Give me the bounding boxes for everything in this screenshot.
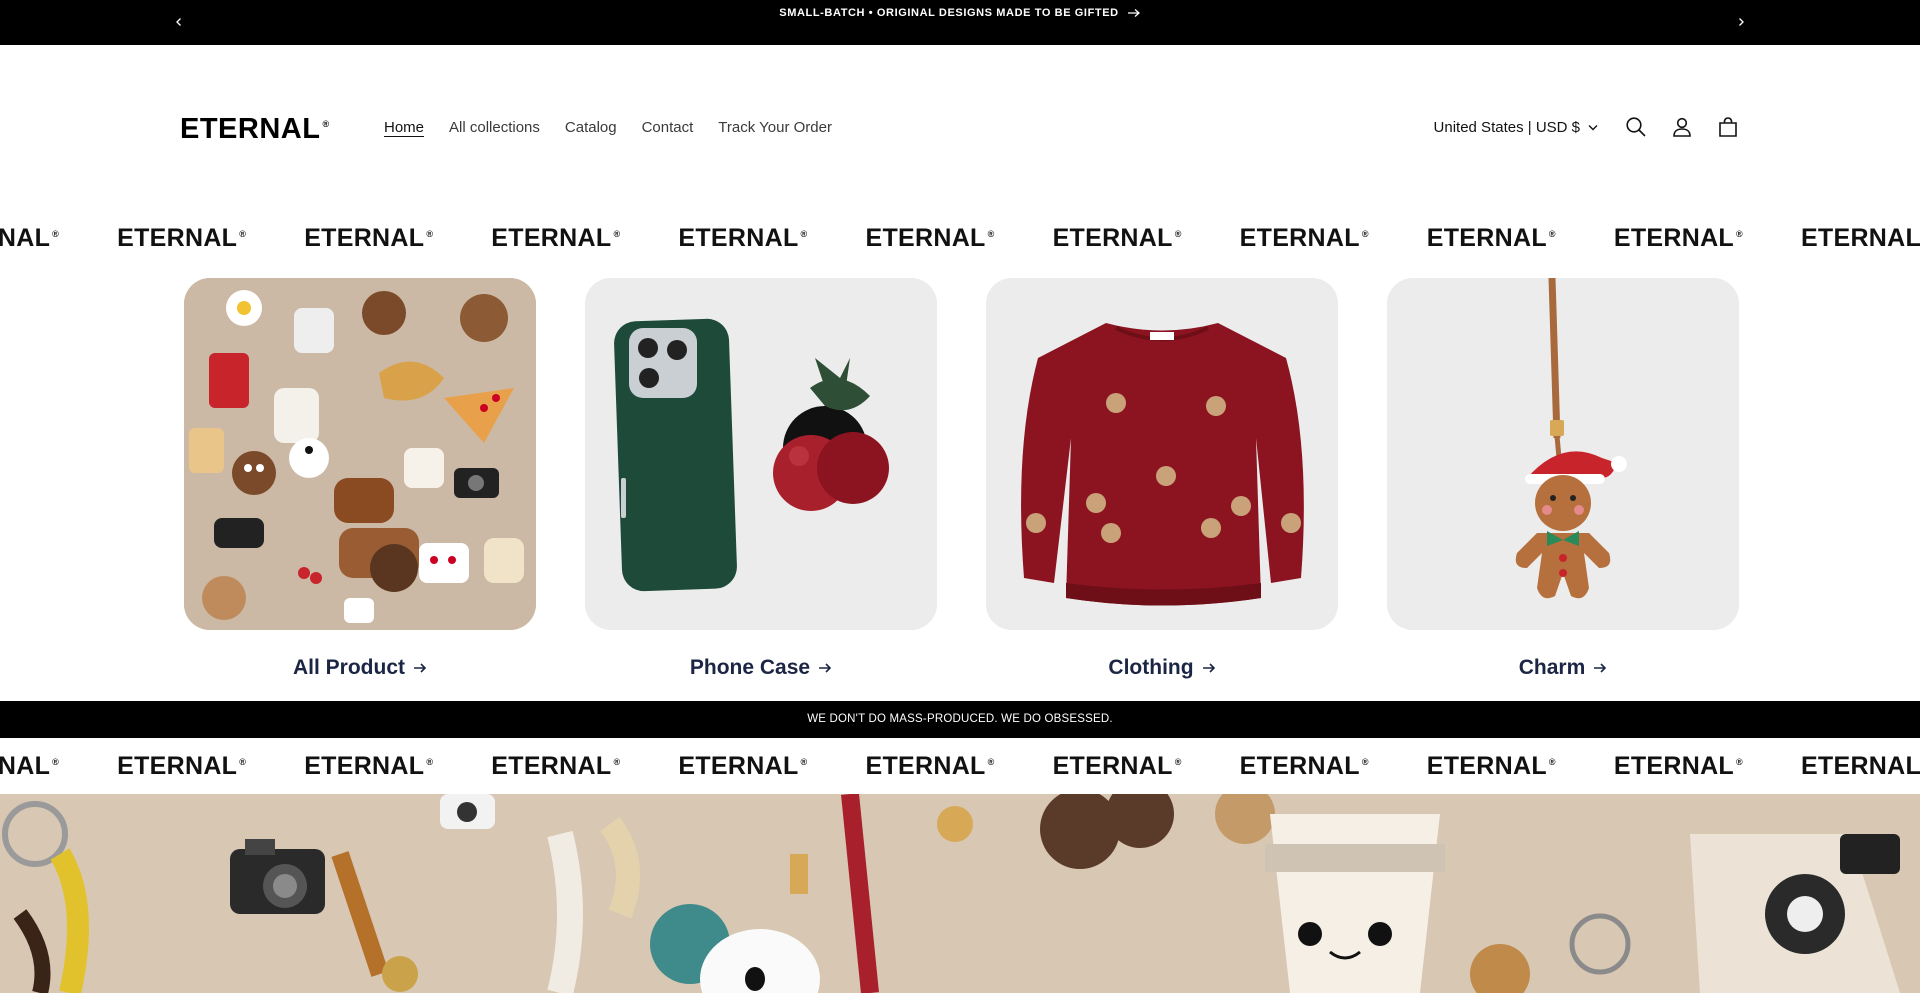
marquee-item: ETERNAL®: [1426, 224, 1556, 252]
marquee-item: ETERNAL®: [304, 224, 434, 252]
marquee-item: ETERNAL®: [1613, 752, 1743, 780]
nav-track-order[interactable]: Track Your Order: [718, 119, 832, 136]
arrow-right-icon: [1127, 9, 1140, 17]
marquee-track: ETERNAL® ETERNAL® ETERNAL® ETERNAL® ETER…: [0, 224, 1920, 253]
search-button[interactable]: [1624, 115, 1648, 139]
marquee-item: ETERNAL®: [865, 224, 995, 252]
marquee-item: ETERNAL®: [117, 752, 247, 780]
marquee-item: ETERNAL®: [491, 224, 621, 252]
hero-keychains-image: [0, 794, 1920, 993]
sweater-image: [986, 278, 1338, 630]
marquee-item: ETERNAL®: [0, 752, 60, 780]
nav-home[interactable]: Home: [384, 119, 424, 136]
category-card-clothing[interactable]: Clothing: [986, 278, 1338, 680]
brand-marquee-bottom: ETERNAL® ETERNAL® ETERNAL® ETERNAL® ETER…: [0, 738, 1920, 794]
chevron-down-icon: [1588, 124, 1598, 130]
category-image-charm[interactable]: [1387, 278, 1739, 630]
keychain-collection-image: [184, 278, 536, 630]
nav-all-collections[interactable]: All collections: [449, 119, 540, 136]
marquee-item: ETERNAL®: [678, 752, 808, 780]
announcement-text: SMALL-BATCH • ORIGINAL DESIGNS MADE TO B…: [779, 7, 1119, 19]
main-nav: Home All collections Catalog Contact Tra…: [384, 119, 832, 136]
category-grid: All Product Phone Case Clothing Charm: [184, 278, 1739, 680]
marquee-track: ETERNAL® ETERNAL® ETERNAL® ETERNAL® ETER…: [0, 752, 1920, 781]
category-image-clothing[interactable]: [986, 278, 1338, 630]
category-title-text: Charm: [1518, 656, 1586, 679]
chevron-right-icon: [1739, 18, 1744, 26]
user-icon: [1673, 117, 1691, 137]
marquee-item: ETERNAL®: [1800, 224, 1920, 252]
brand-marquee-top: ETERNAL® ETERNAL® ETERNAL® ETERNAL® ETER…: [0, 210, 1920, 266]
marquee-item: ETERNAL®: [491, 752, 621, 780]
arrow-right-icon: [1202, 663, 1215, 673]
category-card-all-product[interactable]: All Product: [184, 278, 536, 680]
account-button[interactable]: [1670, 115, 1694, 139]
category-card-charm[interactable]: Charm: [1387, 278, 1739, 680]
arrow-right-icon: [819, 663, 832, 673]
announcement-next-button[interactable]: [1731, 12, 1751, 32]
category-title-text: Phone Case: [689, 656, 811, 679]
marquee-item: ETERNAL®: [304, 752, 434, 780]
category-title-text: Clothing: [1108, 656, 1194, 679]
marquee-item: ETERNAL®: [1613, 224, 1743, 252]
nav-catalog[interactable]: Catalog: [565, 119, 617, 136]
search-icon: [1626, 117, 1646, 137]
category-title-clothing[interactable]: Clothing: [1108, 656, 1215, 680]
category-image-all-product[interactable]: [184, 278, 536, 630]
category-image-phone-case[interactable]: [585, 278, 937, 630]
category-title-charm[interactable]: Charm: [1519, 656, 1608, 680]
header-actions: United States | USD $: [1434, 115, 1740, 139]
marquee-item: ETERNAL®: [678, 224, 808, 252]
logo[interactable]: ETERNAL ®: [180, 113, 330, 146]
tagline-strip: WE DON'T DO MASS-PRODUCED. WE DO OBSESSE…: [0, 701, 1920, 738]
cart-icon: [1719, 117, 1737, 137]
marquee-item: ETERNAL®: [1800, 752, 1920, 780]
category-title-all-product[interactable]: All Product: [293, 656, 427, 680]
marquee-item: ETERNAL®: [1239, 224, 1369, 252]
marquee-item: ETERNAL®: [1239, 752, 1369, 780]
marquee-item: ETERNAL®: [0, 224, 60, 252]
category-title-phone-case[interactable]: Phone Case: [690, 656, 832, 680]
country-selector[interactable]: United States | USD $: [1434, 119, 1598, 136]
marquee-item: ETERNAL®: [1052, 752, 1182, 780]
marquee-item: ETERNAL®: [865, 752, 995, 780]
category-title-text: All Product: [292, 656, 405, 679]
marquee-item: ETERNAL®: [1052, 224, 1182, 252]
announcement-bar: SMALL-BATCH • ORIGINAL DESIGNS MADE TO B…: [0, 0, 1920, 45]
logo-text: ETERNAL: [180, 113, 321, 145]
arrow-right-icon: [414, 663, 427, 673]
tagline-text: WE DON'T DO MASS-PRODUCED. WE DO OBSESSE…: [807, 713, 1113, 725]
marquee-item: ETERNAL®: [1426, 752, 1556, 780]
hero-image: [0, 794, 1920, 993]
site-header: ETERNAL ® Home All collections Catalog Co…: [0, 45, 1920, 213]
gingerbread-charm-image: [1387, 278, 1739, 630]
cart-button[interactable]: [1716, 115, 1740, 139]
nav-contact[interactable]: Contact: [642, 119, 694, 136]
arrow-right-icon: [1594, 663, 1607, 673]
marquee-item: ETERNAL®: [117, 224, 247, 252]
category-card-phone-case[interactable]: Phone Case: [585, 278, 937, 680]
phone-case-image: [585, 278, 937, 630]
announcement-link[interactable]: SMALL-BATCH • ORIGINAL DESIGNS MADE TO B…: [0, 7, 1920, 19]
country-selector-label: United States | USD $: [1433, 118, 1580, 136]
